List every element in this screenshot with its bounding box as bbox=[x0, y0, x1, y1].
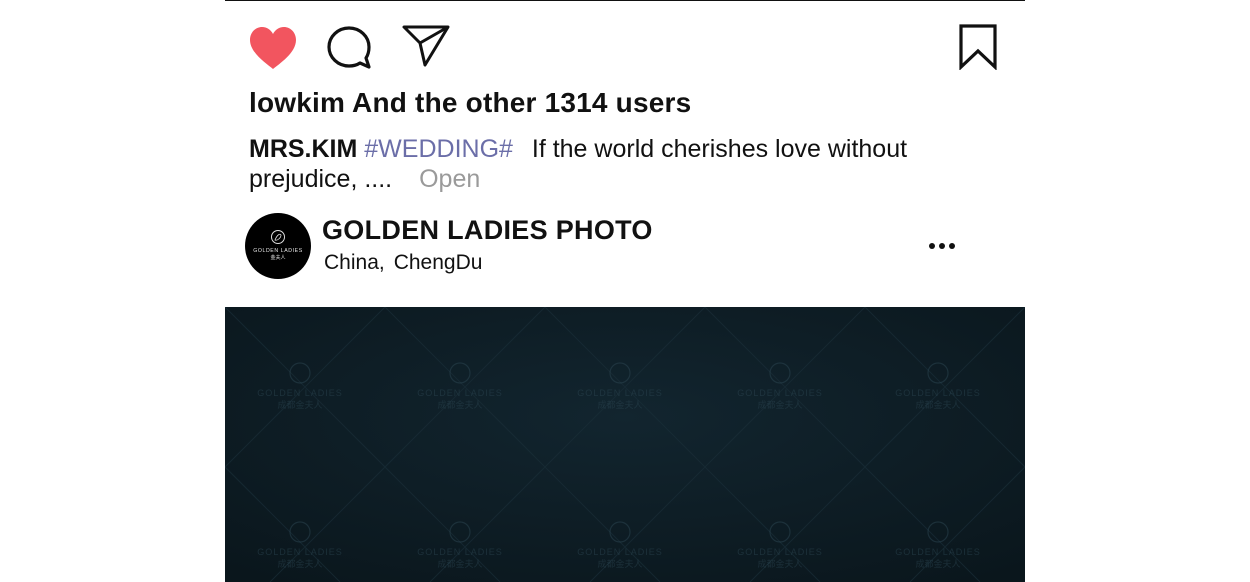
svg-text:GOLDEN LADIES: GOLDEN LADIES bbox=[257, 547, 343, 557]
svg-text:GOLDEN LADIES: GOLDEN LADIES bbox=[737, 547, 823, 557]
svg-text:GOLDEN LADIES: GOLDEN LADIES bbox=[895, 547, 981, 557]
svg-text:GOLDEN LADIES: GOLDEN LADIES bbox=[577, 388, 663, 398]
paper-plane-icon[interactable] bbox=[401, 24, 451, 68]
svg-text:GOLDEN LADIES: GOLDEN LADIES bbox=[577, 547, 663, 557]
svg-text:成都金夫人: 成都金夫人 bbox=[277, 399, 322, 411]
location-city: ChengDu bbox=[393, 251, 483, 274]
svg-text:GOLDEN LADIES: GOLDEN LADIES bbox=[417, 388, 503, 398]
svg-text:成都金夫人: 成都金夫人 bbox=[597, 399, 642, 411]
svg-text:GOLDEN LADIES: GOLDEN LADIES bbox=[257, 388, 343, 398]
svg-text:GOLDEN LADIES: GOLDEN LADIES bbox=[737, 388, 823, 398]
svg-text:成都金夫人: 成都金夫人 bbox=[437, 399, 482, 411]
caption-hashtag[interactable]: #WEDDING# bbox=[364, 135, 513, 163]
photo-watermark-pattern: GOLDEN LADIES成都金夫人GOLDEN LADIES成都金夫人GOLD… bbox=[225, 307, 1025, 582]
bookmark-icon[interactable] bbox=[958, 24, 998, 70]
likes-summary[interactable]: lowkim And the other 1314 users bbox=[249, 87, 691, 119]
more-dots-icon[interactable] bbox=[926, 238, 958, 254]
account-name[interactable]: GOLDEN LADIES PHOTO bbox=[322, 215, 653, 246]
svg-text:成都金夫人: 成都金夫人 bbox=[597, 558, 642, 570]
avatar[interactable]: GOLDEN LADIES 金夫人 bbox=[245, 213, 311, 279]
svg-text:成都金夫人: 成都金夫人 bbox=[437, 558, 482, 570]
svg-text:成都金夫人: 成都金夫人 bbox=[277, 558, 322, 570]
post-photo[interactable]: GOLDEN LADIES 成都金夫人 GOLDEN LADIES 成都金夫人 GOLD… bbox=[225, 307, 1025, 582]
speech-bubble-icon[interactable] bbox=[326, 25, 372, 71]
svg-text:GOLDEN LADIES: GOLDEN LADIES bbox=[417, 547, 503, 557]
post-caption: MRS.KIM #WEDDING# If the world cherishes… bbox=[249, 134, 929, 194]
avatar-logo-subtext: 金夫人 bbox=[270, 254, 285, 261]
avatar-logo-text: GOLDEN LADIES bbox=[253, 248, 303, 254]
svg-text:成都金夫人: 成都金夫人 bbox=[915, 399, 960, 411]
heart-filled-icon[interactable] bbox=[247, 24, 299, 72]
svg-text:成都金夫人: 成都金夫人 bbox=[757, 399, 802, 411]
location-country: China, bbox=[324, 251, 385, 274]
caption-open-link[interactable]: Open bbox=[419, 165, 480, 193]
svg-text:GOLDEN LADIES: GOLDEN LADIES bbox=[895, 388, 981, 398]
svg-text:成都金夫人: 成都金夫人 bbox=[915, 558, 960, 570]
location[interactable]: China, ChengDu bbox=[324, 251, 482, 275]
caption-author[interactable]: MRS.KIM bbox=[249, 135, 357, 163]
svg-text:成都金夫人: 成都金夫人 bbox=[757, 558, 802, 570]
top-divider bbox=[225, 0, 1025, 1]
